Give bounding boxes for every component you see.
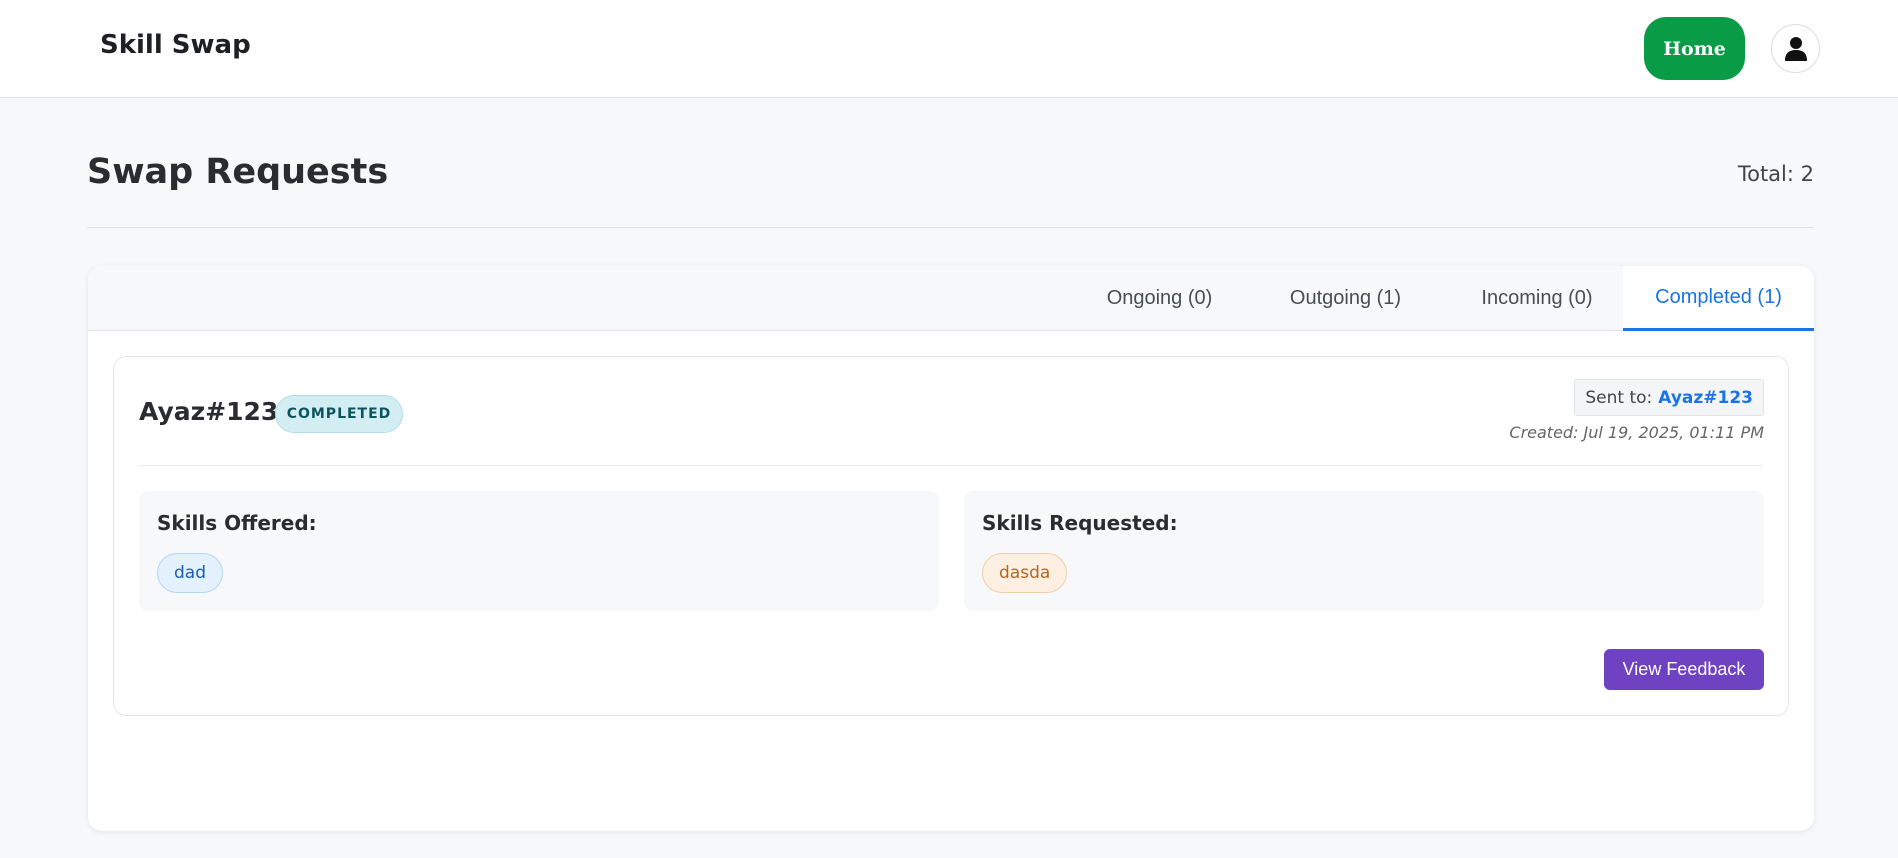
status-badge: COMPLETED bbox=[275, 395, 403, 433]
view-feedback-button[interactable]: View Feedback bbox=[1604, 649, 1764, 690]
skill-chip-offered: dad bbox=[157, 553, 223, 593]
total-count: Total: 2 bbox=[1737, 162, 1814, 186]
card-divider bbox=[139, 465, 1763, 466]
profile-button[interactable] bbox=[1771, 24, 1820, 73]
tab-incoming[interactable]: Incoming (0) bbox=[1442, 266, 1632, 331]
brand-logo[interactable]: Skill Swap bbox=[100, 30, 251, 60]
swap-request-card: Ayaz#123 COMPLETED Sent to: Ayaz#123 Cre… bbox=[113, 356, 1789, 716]
tab-bar: Ongoing (0) Outgoing (1) Incoming (0) Co… bbox=[88, 266, 1814, 331]
skills-requested-box: Skills Requested: dasda bbox=[964, 491, 1764, 611]
sent-to-label: Sent to: bbox=[1585, 387, 1653, 408]
requests-panel: Ongoing (0) Outgoing (1) Incoming (0) Co… bbox=[88, 266, 1814, 831]
divider bbox=[87, 227, 1814, 228]
top-navbar: Skill Swap Home bbox=[0, 0, 1898, 98]
skills-offered-box: Skills Offered: dad bbox=[139, 491, 939, 611]
page-title: Swap Requests bbox=[87, 152, 389, 192]
request-username: Ayaz#123 bbox=[139, 397, 279, 426]
sent-to-user-link[interactable]: Ayaz#123 bbox=[1658, 388, 1753, 408]
created-timestamp: Created: Jul 19, 2025, 01:11 PM bbox=[1509, 423, 1764, 442]
user-icon bbox=[1784, 36, 1807, 61]
tab-outgoing[interactable]: Outgoing (1) bbox=[1249, 266, 1442, 331]
skills-requested-label: Skills Requested: bbox=[982, 511, 1178, 535]
home-button[interactable]: Home bbox=[1644, 17, 1745, 80]
skills-offered-label: Skills Offered: bbox=[157, 511, 317, 535]
tab-ongoing[interactable]: Ongoing (0) bbox=[1070, 266, 1249, 331]
skill-chip-requested: dasda bbox=[982, 553, 1068, 593]
sent-to-box: Sent to: Ayaz#123 bbox=[1574, 379, 1764, 416]
tab-completed[interactable]: Completed (1) bbox=[1623, 266, 1814, 331]
